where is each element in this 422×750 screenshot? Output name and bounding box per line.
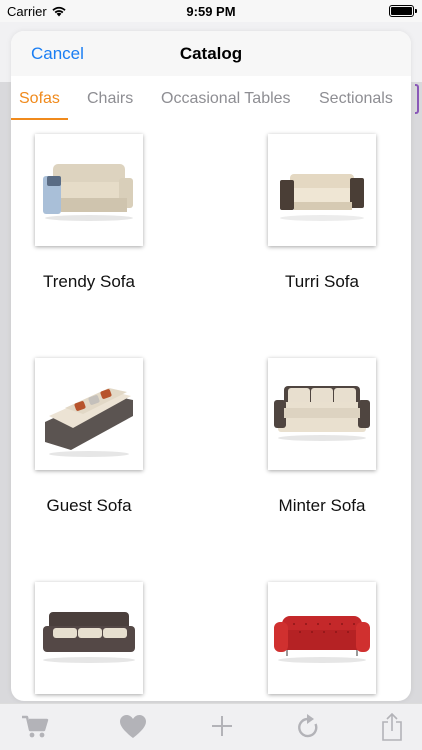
page-title: Catalog: [179, 44, 243, 63]
status-bar: Carrier 9:59 PM: [0, 0, 422, 22]
share-icon[interactable]: [381, 712, 403, 747]
product-name: Turri Sofa: [284, 272, 359, 291]
product-name: Trendy Sofa: [43, 272, 135, 291]
tab-occasional-tables[interactable]: Occasional Tables: [161, 90, 291, 108]
heart-icon[interactable]: [120, 715, 146, 744]
refresh-icon[interactable]: [296, 714, 320, 745]
product-image: [35, 358, 143, 470]
product-image: [268, 134, 376, 246]
product-image: [35, 582, 143, 694]
bottom-toolbar: [0, 703, 422, 750]
background-selection-edge: [415, 84, 419, 114]
clock: 9:59 PM: [186, 4, 236, 19]
product-grid: Trendy Sofa Turri Sofa Guest Sofa Minter…: [11, 121, 411, 701]
product-image: [268, 582, 376, 694]
tab-chairs[interactable]: Chairs: [87, 90, 133, 108]
category-tabs: Sofas Chairs Occasional Tables Sectional…: [11, 76, 411, 121]
battery-icon: [389, 5, 417, 17]
active-tab-indicator: [11, 118, 68, 120]
plus-icon[interactable]: [211, 715, 233, 742]
tab-sectionals[interactable]: Sectionals: [319, 90, 393, 108]
product-name: Minter Sofa: [278, 496, 366, 515]
cart-icon[interactable]: [21, 714, 49, 745]
catalog-sheet: Cancel Catalog Sofas Chairs Occasional T…: [11, 31, 411, 701]
tab-sofas[interactable]: Sofas: [19, 90, 60, 108]
product-image: [268, 358, 376, 470]
product-image: [35, 134, 143, 246]
product-name: Guest Sofa: [46, 496, 132, 515]
sheet-header: Cancel Catalog: [11, 31, 411, 76]
